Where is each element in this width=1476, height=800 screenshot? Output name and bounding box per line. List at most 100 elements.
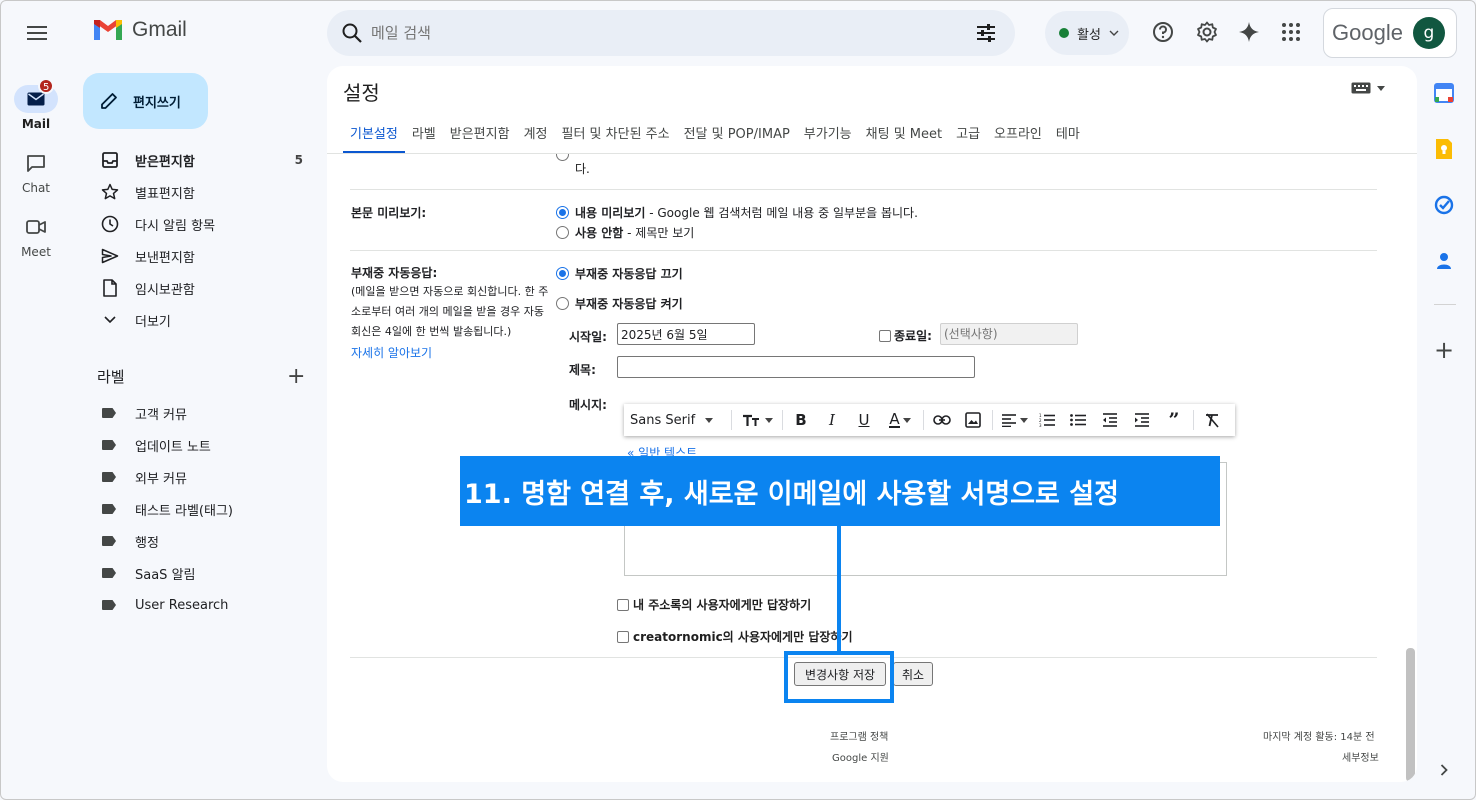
google-support-link[interactable]: Google 지원 [832, 749, 889, 764]
preview-on-option[interactable]: 내용 미리보기 - Google 웹 검색처럼 메일 내용 중 일부분을 봅니다… [556, 204, 918, 221]
status-selector[interactable]: 활성 [1045, 11, 1129, 55]
label-item[interactable]: SaaS 알림 [90, 557, 315, 589]
tutorial-step-text: 11. 명함 연결 후, 새로운 이메일에 사용할 서명으로 설정 [464, 478, 1119, 510]
get-addons-button[interactable]: + [1432, 336, 1456, 364]
tab-general[interactable]: 기본설정 [343, 112, 405, 154]
prev-row-radio[interactable] [556, 154, 569, 161]
label-item[interactable]: 행정 [90, 525, 315, 557]
nav-item-more[interactable]: 더보기 [90, 304, 315, 336]
rail-meet-icon-wrap [14, 213, 58, 241]
search-input[interactable] [371, 20, 931, 46]
label-name: 외부 커뮤 [135, 471, 187, 487]
preview-on-title: 내용 미리보기 [575, 206, 646, 220]
caret-down-icon [705, 417, 714, 423]
tab-inbox[interactable]: 받은편지함 [443, 112, 517, 154]
add-label-button[interactable]: + [287, 364, 305, 389]
domain-only-option[interactable]: creatornomic의 사용자에게만 답장하기 [617, 628, 852, 645]
remove-formatting-button[interactable] [1197, 406, 1227, 434]
vacation-on-radio[interactable] [556, 297, 569, 310]
subject-input[interactable] [617, 356, 975, 378]
rail-meet-label: Meet [21, 245, 51, 259]
indent-more-button[interactable] [1126, 406, 1158, 434]
underline-button[interactable]: U [848, 406, 880, 434]
settings-button[interactable] [1194, 19, 1220, 45]
toggle-side-panel-button[interactable] [1432, 758, 1456, 782]
account-button[interactable]: Google g [1323, 8, 1457, 58]
insert-image-button[interactable] [957, 406, 989, 434]
input-tools-button[interactable] [1351, 82, 1385, 94]
learn-more-link[interactable]: 자세히 알아보기 [351, 344, 432, 361]
tab-offline[interactable]: 오프라인 [987, 112, 1049, 154]
scrollbar-thumb[interactable] [1406, 648, 1415, 782]
tab-addons[interactable]: 부가기능 [797, 112, 859, 154]
vacation-off-option[interactable]: 부재중 자동응답 끄기 [556, 265, 683, 282]
quote-button[interactable]: ” [1158, 406, 1190, 434]
bullet-list-button[interactable] [1062, 406, 1094, 434]
start-date-input[interactable] [617, 323, 755, 345]
nav-item-inbox[interactable]: 받은편지함 5 [90, 144, 315, 176]
tab-themes[interactable]: 테마 [1049, 112, 1087, 154]
text-color-button[interactable]: A [880, 406, 920, 434]
bold-button[interactable]: B [786, 406, 816, 434]
rail-mail[interactable]: 5 Mail [0, 78, 72, 131]
nav-item-label: 더보기 [135, 314, 171, 330]
apps-button[interactable] [1278, 19, 1304, 45]
label-item[interactable]: 업데이트 노트 [90, 429, 315, 461]
preview-on-radio[interactable] [556, 206, 569, 219]
activity-details-link[interactable]: 세부정보 [1342, 749, 1379, 764]
nav-item-sent[interactable]: 보낸편지함 [90, 240, 315, 272]
main-menu-button[interactable] [20, 16, 54, 50]
vacation-off-radio[interactable] [556, 267, 569, 280]
settings-tabs: 기본설정 라벨 받은편지함 계정 필터 및 차단된 주소 전달 및 POP/IM… [343, 112, 1087, 154]
vacation-on-option[interactable]: 부재중 자동응답 켜기 [556, 295, 683, 312]
compose-button[interactable]: 편지쓰기 [83, 73, 208, 129]
preview-label: 본문 미리보기: [351, 206, 427, 220]
keep-app-button[interactable] [1432, 137, 1456, 161]
gmail-m-icon [94, 20, 122, 40]
search-icon[interactable] [341, 22, 363, 44]
font-family-select[interactable]: Sans Serif [630, 406, 728, 434]
tab-chat-meet[interactable]: 채팅 및 Meet [859, 112, 949, 154]
end-date-toggle[interactable]: 종료일: [879, 327, 932, 344]
label-item[interactable]: 외부 커뮤 [90, 461, 315, 493]
font-size-button[interactable] [735, 406, 779, 434]
nav-item-snoozed[interactable]: 다시 알림 항목 [90, 208, 315, 240]
tab-labels[interactable]: 라벨 [405, 112, 443, 154]
tab-accounts[interactable]: 계정 [517, 112, 555, 154]
calendar-app-button[interactable] [1432, 81, 1456, 105]
contacts-only-checkbox[interactable] [617, 598, 629, 611]
gmail-logo[interactable]: Gmail [92, 18, 187, 42]
contacts-only-option[interactable]: 내 주소록의 사용자에게만 답장하기 [617, 596, 811, 613]
tab-advanced[interactable]: 고급 [949, 112, 987, 154]
link-button[interactable] [927, 406, 957, 434]
gemini-button[interactable] [1236, 19, 1262, 45]
tab-filters[interactable]: 필터 및 차단된 주소 [555, 112, 677, 154]
label-name: SaaS 알림 [135, 567, 196, 583]
start-date-label: 시작일: [569, 330, 607, 344]
end-date-checkbox[interactable] [879, 329, 891, 342]
tasks-app-button[interactable] [1432, 193, 1456, 217]
label-item[interactable]: User Research [90, 589, 315, 621]
tab-forwarding[interactable]: 전달 및 POP/IMAP [677, 112, 797, 154]
nav-item-starred[interactable]: 별표편지함 [90, 176, 315, 208]
rail-meet[interactable]: Meet [0, 213, 72, 259]
domain-only-checkbox[interactable] [617, 630, 629, 643]
align-button[interactable] [996, 406, 1032, 434]
label-item[interactable]: 태스트 라벨(태그) [90, 493, 315, 525]
support-button[interactable] [1150, 19, 1176, 45]
rail-chat[interactable]: Chat [0, 149, 72, 195]
numbered-list-button[interactable]: 123 [1032, 406, 1062, 434]
program-policy-link[interactable]: 프로그램 정책 [830, 728, 888, 743]
search-filter-icon[interactable] [975, 22, 997, 44]
contacts-app-button[interactable] [1432, 249, 1456, 273]
cancel-button[interactable]: 취소 [893, 662, 933, 686]
video-camera-icon [26, 220, 46, 234]
indent-less-button[interactable] [1094, 406, 1126, 434]
label-item[interactable]: 고객 커뮤 [90, 397, 315, 429]
vacation-description: (메일을 받으면 자동으로 회신합니다. 한 주 소로부터 여러 개의 메일을 … [351, 282, 551, 342]
nav-item-drafts[interactable]: 임시보관함 [90, 272, 315, 304]
italic-button[interactable]: I [816, 406, 848, 434]
preview-off-option[interactable]: 사용 안함 - 제목만 보기 [556, 224, 694, 241]
search-bar[interactable] [327, 10, 1015, 56]
preview-off-radio[interactable] [556, 226, 569, 239]
